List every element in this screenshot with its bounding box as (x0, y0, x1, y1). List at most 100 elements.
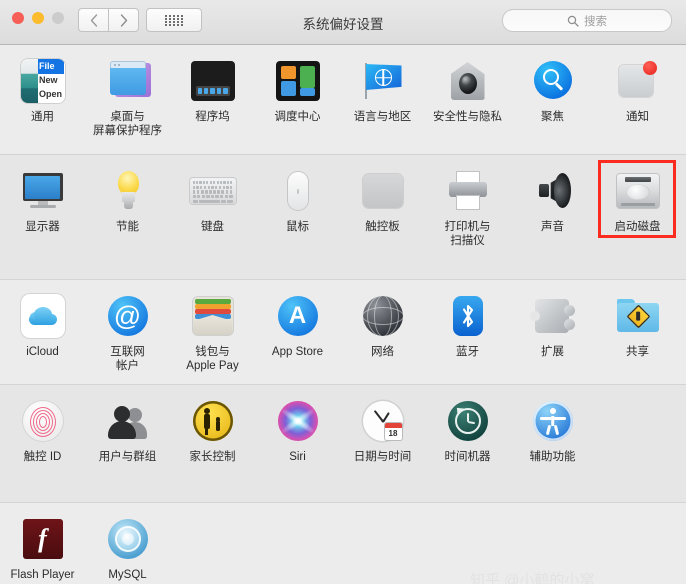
zoom-window-button[interactable] (52, 12, 64, 24)
at-symbol: @ (108, 296, 148, 336)
pref-item-printers-scanners[interactable]: 打印机与 扫描仪 (425, 155, 510, 248)
pref-item-sharing[interactable]: 共享 (595, 280, 680, 359)
close-window-button[interactable] (12, 12, 24, 24)
pref-item-trackpad[interactable]: 触控板 (340, 155, 425, 234)
pref-row-hardware: 显示器 节能 键盘 (0, 155, 686, 280)
pref-item-sound[interactable]: 声音 (510, 155, 595, 234)
pref-item-label: MySQL (85, 568, 171, 582)
pref-item-label: Flash Player (0, 568, 86, 582)
desktop-screensaver-icon (104, 57, 152, 105)
mysql-icon (104, 515, 152, 563)
navigation-buttons (78, 8, 139, 32)
pref-item-icloud[interactable]: iCloud (0, 280, 85, 359)
app-store-glyph: A (289, 304, 306, 328)
notifications-icon (614, 57, 662, 105)
parental-controls-icon (189, 397, 237, 445)
pref-item-label: 辅助功能 (510, 450, 596, 464)
security-privacy-icon (444, 57, 492, 105)
general-icon-line1: File (39, 61, 55, 71)
show-all-button[interactable] (146, 8, 202, 32)
date-time-icon: 18 (359, 397, 407, 445)
pref-item-internet-accounts[interactable]: @ 互联网 帐户 (85, 280, 170, 373)
pref-item-label: 通知 (595, 110, 681, 124)
pref-item-parental-controls[interactable]: 家长控制 (170, 385, 255, 464)
search-field[interactable]: 搜索 (502, 9, 672, 32)
pref-item-empty (595, 385, 680, 450)
pref-item-accessibility[interactable]: 辅助功能 (510, 385, 595, 464)
pref-item-app-store[interactable]: A App Store (255, 280, 340, 359)
grid-dots-icon (165, 15, 184, 26)
extensions-icon (529, 292, 577, 340)
pref-item-label: 程序坞 (170, 110, 256, 124)
pref-item-label: 通用 (0, 110, 86, 124)
pref-row-personal: File New Open 通用 桌面与 屏幕保护程序 (0, 45, 686, 155)
pref-item-language-region[interactable]: 语言与地区 (340, 45, 425, 124)
pref-item-flash-player[interactable]: f Flash Player (0, 503, 85, 582)
pref-item-label: 扩展 (510, 345, 596, 359)
dock-icon (189, 57, 237, 105)
displays-icon (19, 167, 67, 215)
general-icon: File New Open (19, 57, 67, 105)
pref-item-desktop-screensaver[interactable]: 桌面与 屏幕保护程序 (85, 45, 170, 138)
pref-item-label: 共享 (595, 345, 681, 359)
forward-button[interactable] (108, 8, 139, 32)
pref-item-mouse[interactable]: 鼠标 (255, 155, 340, 234)
pref-item-label: 显示器 (0, 220, 86, 234)
pref-item-security-privacy[interactable]: 安全性与隐私 (425, 45, 510, 124)
pref-item-spotlight[interactable]: 聚焦 (510, 45, 595, 124)
pref-item-siri[interactable]: Siri (255, 385, 340, 464)
pref-item-label: 触控 ID (0, 450, 86, 464)
pref-item-bluetooth[interactable]: 蓝牙 (425, 280, 510, 359)
pref-item-time-machine[interactable]: 时间机器 (425, 385, 510, 464)
minimize-window-button[interactable] (32, 12, 44, 24)
pref-item-general[interactable]: File New Open 通用 (0, 45, 85, 124)
window-titlebar: 系统偏好设置 搜索 (0, 0, 686, 45)
pref-item-startup-disk[interactable]: 启动磁盘 (595, 155, 680, 234)
pref-item-displays[interactable]: 显示器 (0, 155, 85, 234)
pref-row-internet: iCloud @ 互联网 帐户 钱包与 Apple Pay A App Stor… (0, 280, 686, 385)
pref-item-label: 聚焦 (510, 110, 596, 124)
pref-item-label: 时间机器 (425, 450, 511, 464)
pref-item-label: 调度中心 (255, 110, 341, 124)
preference-pane-grid: File New Open 通用 桌面与 屏幕保护程序 (0, 45, 686, 584)
pref-item-label: 互联网 帐户 (85, 345, 171, 373)
pref-item-energy-saver[interactable]: 节能 (85, 155, 170, 234)
pref-item-label: 钱包与 Apple Pay (170, 345, 256, 373)
traffic-light-group (12, 12, 64, 24)
siri-icon (274, 397, 322, 445)
internet-accounts-icon: @ (104, 292, 152, 340)
general-icon-line3: Open (39, 89, 62, 99)
back-button[interactable] (78, 8, 108, 32)
pref-item-label: 鼠标 (255, 220, 341, 234)
mouse-icon (274, 167, 322, 215)
accessibility-icon (529, 397, 577, 445)
users-groups-icon (104, 397, 152, 445)
pref-item-keyboard[interactable]: 键盘 (170, 155, 255, 234)
system-preferences-window: 系统偏好设置 搜索 File New Open 通用 (0, 0, 686, 584)
keyboard-icon (189, 167, 237, 215)
pref-item-wallet-applepay[interactable]: 钱包与 Apple Pay (170, 280, 255, 373)
pref-item-notifications[interactable]: 通知 (595, 45, 680, 124)
pref-item-mission-control[interactable]: 调度中心 (255, 45, 340, 124)
startup-disk-icon (614, 167, 662, 215)
trackpad-icon (359, 167, 407, 215)
pref-item-label: 用户与群组 (85, 450, 171, 464)
pref-item-dock[interactable]: 程序坞 (170, 45, 255, 124)
pref-item-label: 日期与时间 (340, 450, 426, 464)
energy-saver-icon (104, 167, 152, 215)
pref-item-mysql[interactable]: MySQL (85, 503, 170, 582)
pref-item-extensions[interactable]: 扩展 (510, 280, 595, 359)
pref-item-label: 键盘 (170, 220, 256, 234)
empty-slot (614, 397, 662, 445)
pref-item-label: 节能 (85, 220, 171, 234)
pref-item-label: 网络 (340, 345, 426, 359)
pref-item-touch-id[interactable]: 触控 ID (0, 385, 85, 464)
touch-id-icon (19, 397, 67, 445)
search-icon (567, 15, 579, 27)
pref-item-date-time[interactable]: 18 日期与时间 (340, 385, 425, 464)
pref-item-network[interactable]: 网络 (340, 280, 425, 359)
mission-control-icon (274, 57, 322, 105)
pref-item-label: 声音 (510, 220, 596, 234)
sound-icon (529, 167, 577, 215)
pref-item-users-groups[interactable]: 用户与群组 (85, 385, 170, 464)
